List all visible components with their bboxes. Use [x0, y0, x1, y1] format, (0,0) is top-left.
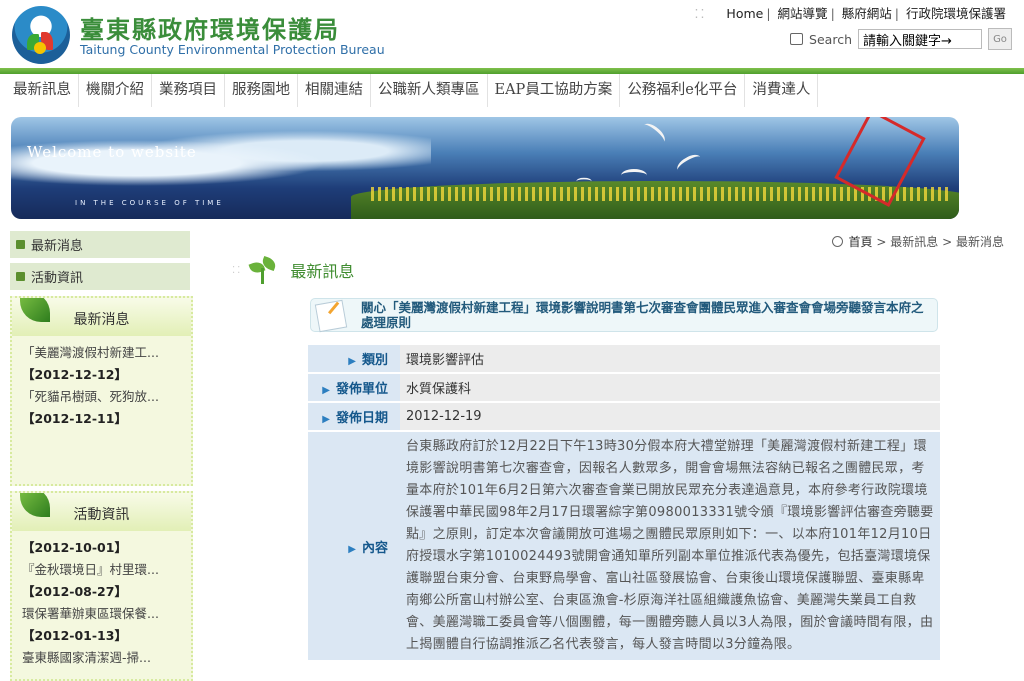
activity-item-link[interactable]: 『金秋環境日』村里環...: [22, 559, 181, 581]
site-title-chinese[interactable]: 臺東縣政府環境保護局: [80, 10, 340, 45]
table-row: ▶ 類別 環境影響評估: [308, 345, 940, 372]
search-input[interactable]: [858, 29, 982, 49]
table-row: ▶ 發佈日期 2012-12-19: [308, 403, 940, 430]
news-box-title: 最新消息: [73, 312, 130, 328]
row-label: ▶ 內容: [308, 432, 400, 660]
arrow-right-icon: ▶: [322, 385, 330, 396]
logo-dot-yellow: [34, 42, 46, 54]
activity-item-date: 【2012-10-01】: [22, 540, 127, 555]
article-info-table: ▶ 類別 環境影響評估 ▶ 發佈單位 水質保護科 ▶ 發佈日期 2012-12-19 …: [308, 343, 940, 662]
home-link[interactable]: Home: [726, 6, 763, 21]
search-icon: [790, 33, 804, 45]
home-circle-icon: [831, 236, 843, 247]
banner-bird: [576, 177, 592, 186]
content-value: 台東縣政府訂於12月22日下午13時30分假本府大禮堂辦理「美麗灣渡假村新建工程…: [400, 432, 940, 660]
nav-item-welfare-platform[interactable]: 公務福利e化平台: [620, 74, 746, 107]
search-area: Search Go: [790, 28, 1012, 50]
site-title-english: Taitung County Environmental Protection …: [80, 42, 385, 57]
news-item-link[interactable]: 「死貓吊樹頭、死狗放...: [22, 386, 181, 408]
activity-item-link[interactable]: 臺東縣國家清潔週-掃...: [22, 647, 181, 669]
decorative-dots: ⁚⁚: [694, 6, 707, 21]
section-title: 最新訊息: [290, 262, 355, 281]
sidebar-link-label: 最新消息: [31, 239, 84, 254]
arrow-right-icon: ▶: [322, 414, 330, 425]
breadcrumb-home[interactable]: 首頁: [849, 235, 873, 249]
nav-item-business[interactable]: 業務項目: [152, 74, 225, 107]
bullet-icon: [16, 240, 25, 249]
welcome-banner: Welcome to website IN THE COURSE OF TIME: [11, 117, 959, 219]
nav-item-latest-news[interactable]: 最新訊息: [6, 74, 79, 107]
sitemap-link[interactable]: 網站導覽: [778, 6, 828, 21]
breadcrumb: 首頁 > 最新訊息 > 最新消息: [831, 233, 1004, 250]
breadcrumb-level1[interactable]: 最新訊息: [890, 235, 938, 249]
bullet-icon: [16, 272, 25, 281]
activity-item-link[interactable]: 環保署華辦東區環保餐...: [22, 603, 181, 625]
sprout-icon: [248, 255, 278, 284]
main-nav: 最新訊息 機關介紹 業務項目 服務園地 相關連結 公職新人類專區 EAP員工協助…: [0, 68, 1024, 109]
category-value: 環境影響評估: [400, 345, 940, 372]
sidebar-link-activities[interactable]: 活動資訊: [10, 263, 190, 290]
publish-date-value: 2012-12-19: [400, 403, 940, 430]
news-item-date: 【2012-12-11】: [22, 411, 127, 426]
banner-course-text: IN THE COURSE OF TIME: [75, 199, 224, 207]
row-label: ▶ 發佈日期: [308, 403, 400, 430]
activity-box-title: 活動資訊: [73, 507, 130, 523]
top-links: ⁚⁚ Home | 網站導覽 | 縣府網站 | 行政院環境保護署: [694, 6, 1006, 21]
news-item-date: 【2012-12-12】: [22, 367, 127, 382]
row-label: ▶ 類別: [308, 345, 400, 372]
article-title-bar: 關心「美麗灣渡假村新建工程」環境影響說明書第七次審查會團體民眾進入審查會會場旁聽…: [310, 298, 938, 333]
section-header: ⁚⁚ 最新訊息: [232, 255, 355, 284]
document-edit-icon: [314, 299, 348, 333]
banner-bird: [621, 169, 647, 182]
nav-item-new-civil-servants[interactable]: 公職新人類專區: [371, 74, 488, 107]
decorative-dots: ⁚⁚: [232, 264, 243, 276]
arrow-right-icon: ▶: [348, 543, 356, 555]
arrow-right-icon: ▶: [348, 356, 356, 367]
news-item-link[interactable]: 「美麗灣渡假村新建工...: [22, 342, 181, 364]
nav-item-links[interactable]: 相關連結: [298, 74, 371, 107]
breadcrumb-current: 最新消息: [955, 235, 1004, 249]
site-header: 臺東縣政府環境保護局 Taitung County Environmental …: [0, 0, 1024, 68]
county-website-link[interactable]: 縣府網站: [842, 6, 892, 21]
breadcrumb-separator: >: [876, 235, 887, 249]
activity-box: 活動資訊 【2012-10-01】 『金秋環境日』村里環... 【2012-08…: [10, 491, 193, 681]
sidebar-link-label: 活動資訊: [31, 271, 84, 286]
banner-bird: [639, 120, 669, 147]
activity-item-date: 【2012-08-27】: [22, 584, 127, 599]
bureau-logo[interactable]: [12, 6, 70, 64]
sidebar-link-latest-news[interactable]: 最新消息: [10, 231, 190, 258]
table-row: ▶ 發佈單位 水質保護科: [308, 374, 940, 401]
nav-item-about[interactable]: 機關介紹: [79, 74, 152, 107]
nav-item-services[interactable]: 服務園地: [225, 74, 298, 107]
table-row-content: ▶ 內容 台東縣政府訂於12月22日下午13時30分假本府大禮堂辦理「美麗灣渡假村…: [308, 432, 940, 660]
activity-item-date: 【2012-01-13】: [22, 628, 127, 643]
epa-link[interactable]: 行政院環境保護署: [906, 6, 1006, 21]
publisher-value: 水質保護科: [400, 374, 940, 401]
search-go-button[interactable]: Go: [988, 28, 1012, 50]
row-label: ▶ 發佈單位: [308, 374, 400, 401]
nav-item-consumer-expert[interactable]: 消費達人: [745, 74, 819, 107]
banner-bird: [674, 151, 704, 176]
breadcrumb-separator: >: [942, 235, 953, 249]
nav-item-eap[interactable]: EAP員工協助方案: [488, 74, 621, 107]
news-box: 最新消息 「美麗灣渡假村新建工... 【2012-12-12】 「死貓吊樹頭、死…: [10, 296, 193, 486]
article-title: 關心「美麗灣渡假村新建工程」環境影響說明書第七次審查會團體民眾進入審查會會場旁聽…: [361, 300, 924, 330]
search-label: Search: [809, 31, 852, 47]
banner-welcome-text: Welcome to website: [27, 143, 197, 161]
